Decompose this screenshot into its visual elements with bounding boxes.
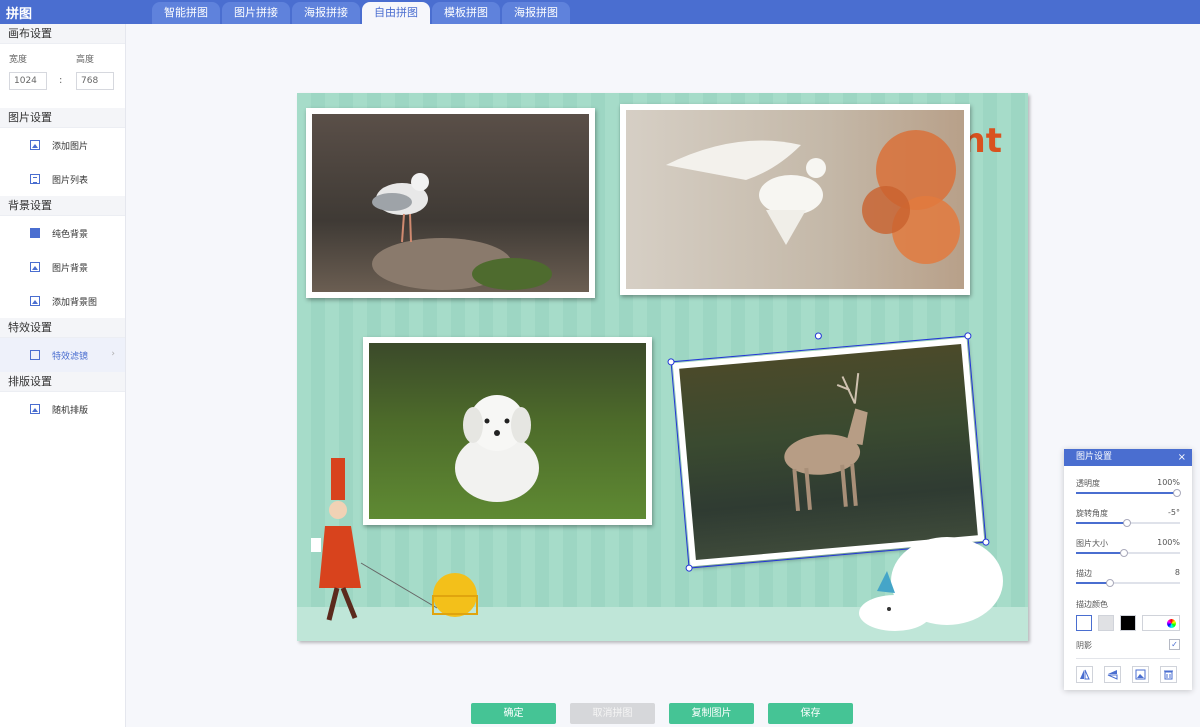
shadow-checkbox[interactable]: ✓ bbox=[1169, 639, 1180, 650]
sidebar-item-image-background[interactable]: 图片背景 bbox=[0, 250, 125, 284]
swatch-white[interactable] bbox=[1076, 615, 1092, 631]
rotation-slider-row: 旋转角度 -5° bbox=[1064, 496, 1192, 527]
resize-handle-top-right[interactable] bbox=[964, 332, 972, 340]
size-slider-row: 图片大小 100% bbox=[1064, 526, 1192, 557]
shadow-label: 阴影 bbox=[1076, 641, 1092, 650]
size-slider[interactable] bbox=[1076, 549, 1180, 557]
sidebar-item-add-image[interactable]: 添加图片 bbox=[0, 128, 125, 162]
image-icon bbox=[30, 262, 40, 272]
color-picker[interactable] bbox=[1142, 615, 1180, 631]
polar-bear-illustration bbox=[859, 537, 1003, 631]
list-icon bbox=[30, 174, 40, 184]
photo-dove[interactable] bbox=[620, 104, 970, 295]
size-separator: : bbox=[59, 75, 63, 86]
opacity-label: 透明度 bbox=[1076, 479, 1100, 488]
tab-smart-collage[interactable]: 智能拼图 bbox=[152, 2, 220, 24]
rotate-handle[interactable] bbox=[814, 332, 823, 340]
sidebar-item-filters[interactable]: 特效滤镜 › bbox=[0, 338, 125, 372]
save-button[interactable]: 保存 bbox=[768, 703, 853, 724]
filter-icon bbox=[30, 350, 40, 360]
replace-image-icon bbox=[1135, 669, 1146, 680]
action-buttons: 确定 取消拼图 复制图片 保存 bbox=[471, 703, 867, 724]
tab-template-collage[interactable]: 模板拼图 bbox=[432, 2, 500, 24]
flip-vertical-icon bbox=[1107, 670, 1118, 680]
panel-header: 图片设置 × bbox=[1064, 449, 1192, 466]
sidebar-item-label: 图片列表 bbox=[52, 175, 89, 186]
sidebar: 画布设置 宽度 高度 : 图片设置 添加图片 图片列表 背景设置 纯色背景 图片… bbox=[0, 24, 126, 727]
size-value: 100% bbox=[1157, 538, 1180, 547]
canvas-size-group: 宽度 高度 : bbox=[0, 44, 125, 108]
panel-title: 图片设置 bbox=[1076, 452, 1113, 462]
tab-free-collage[interactable]: 自由拼图 bbox=[362, 2, 430, 24]
opacity-value: 100% bbox=[1157, 478, 1180, 487]
close-icon[interactable]: × bbox=[1178, 449, 1186, 466]
width-input[interactable] bbox=[9, 72, 47, 90]
height-label: 高度 bbox=[76, 55, 95, 65]
rotation-slider[interactable] bbox=[1076, 519, 1180, 527]
tab-image-stitch[interactable]: 图片拼接 bbox=[222, 2, 290, 24]
swatch-light-gray[interactable] bbox=[1098, 615, 1114, 631]
stroke-slider-row: 描边 8 bbox=[1064, 556, 1192, 587]
stroke-label: 描边 bbox=[1076, 569, 1092, 578]
canvas-settings-title: 画布设置 bbox=[0, 24, 125, 44]
stroke-color-swatches bbox=[1076, 615, 1186, 631]
image-settings-panel: 图片设置 × 透明度 100% 旋转角度 -5° 图片大小 100% 描边 8 … bbox=[1064, 449, 1192, 690]
replace-image-button[interactable] bbox=[1132, 666, 1149, 683]
size-label: 图片大小 bbox=[1076, 539, 1108, 548]
swatch-black[interactable] bbox=[1120, 615, 1136, 631]
opacity-slider[interactable] bbox=[1076, 489, 1181, 497]
layout-settings-title: 排版设置 bbox=[0, 372, 125, 392]
background-settings-title: 背景设置 bbox=[0, 196, 125, 216]
top-bar: 拼图 智能拼图 图片拼接 海报拼接 自由拼图 模板拼图 海报拼图 bbox=[0, 0, 1200, 24]
sidebar-item-label: 纯色背景 bbox=[52, 229, 89, 240]
opacity-slider-row: 透明度 100% bbox=[1064, 466, 1192, 497]
add-background-icon bbox=[30, 296, 40, 306]
app-title: 拼图 bbox=[6, 7, 33, 22]
flip-horizontal-button[interactable] bbox=[1076, 666, 1093, 683]
delete-image-button[interactable] bbox=[1160, 666, 1177, 683]
resize-handle-bottom-left[interactable] bbox=[685, 564, 693, 572]
sidebar-item-label: 添加图片 bbox=[52, 141, 89, 152]
delete-icon bbox=[1164, 670, 1173, 680]
flip-vertical-button[interactable] bbox=[1104, 666, 1121, 683]
image-settings-title: 图片设置 bbox=[0, 108, 125, 128]
mode-tabs: 智能拼图 图片拼接 海报拼接 自由拼图 模板拼图 海报拼图 bbox=[152, 2, 572, 24]
sidebar-item-label: 添加背景图 bbox=[52, 297, 98, 308]
image-icon bbox=[30, 140, 40, 150]
panel-divider bbox=[1076, 658, 1180, 659]
rotation-value: -5° bbox=[1168, 508, 1180, 517]
stroke-value: 8 bbox=[1174, 568, 1180, 577]
tab-poster-stitch[interactable]: 海报拼接 bbox=[292, 2, 360, 24]
sidebar-item-random-layout[interactable]: 随机排版 bbox=[0, 392, 125, 426]
confirm-button[interactable]: 确定 bbox=[471, 703, 556, 724]
flip-horizontal-icon bbox=[1080, 669, 1090, 680]
effects-settings-title: 特效设置 bbox=[0, 318, 125, 338]
sidebar-item-image-list[interactable]: 图片列表 bbox=[0, 162, 125, 196]
photo-seagull[interactable] bbox=[306, 108, 595, 298]
sidebar-item-solid-background[interactable]: 纯色背景 bbox=[0, 216, 125, 250]
sidebar-item-add-background[interactable]: 添加背景图 bbox=[0, 284, 125, 318]
sidebar-item-label: 图片背景 bbox=[52, 263, 89, 274]
stroke-color-label: 描边颜色 bbox=[1076, 600, 1108, 609]
color-wheel-icon bbox=[1167, 619, 1176, 628]
tab-poster-collage[interactable]: 海报拼图 bbox=[502, 2, 570, 24]
rotation-label: 旋转角度 bbox=[1076, 509, 1108, 518]
seagull-image bbox=[372, 173, 552, 290]
height-input[interactable] bbox=[76, 72, 114, 90]
width-label: 宽度 bbox=[9, 55, 28, 65]
sidebar-item-label: 随机排版 bbox=[52, 405, 89, 416]
copy-image-button[interactable]: 复制图片 bbox=[669, 703, 754, 724]
solid-color-icon bbox=[30, 228, 40, 238]
cancel-collage-button[interactable]: 取消拼图 bbox=[570, 703, 655, 724]
sidebar-item-label: 特效滤镜 bbox=[52, 351, 89, 362]
shuffle-icon bbox=[30, 404, 40, 414]
walking-man-illustration bbox=[311, 458, 478, 621]
dove-image bbox=[666, 130, 960, 264]
image-tools bbox=[1076, 666, 1188, 683]
collage-canvas[interactable]: nt bbox=[297, 93, 1028, 641]
chevron-right-icon: › bbox=[111, 349, 115, 359]
slider-thumb[interactable] bbox=[1106, 579, 1115, 587]
stroke-slider[interactable] bbox=[1076, 579, 1180, 587]
